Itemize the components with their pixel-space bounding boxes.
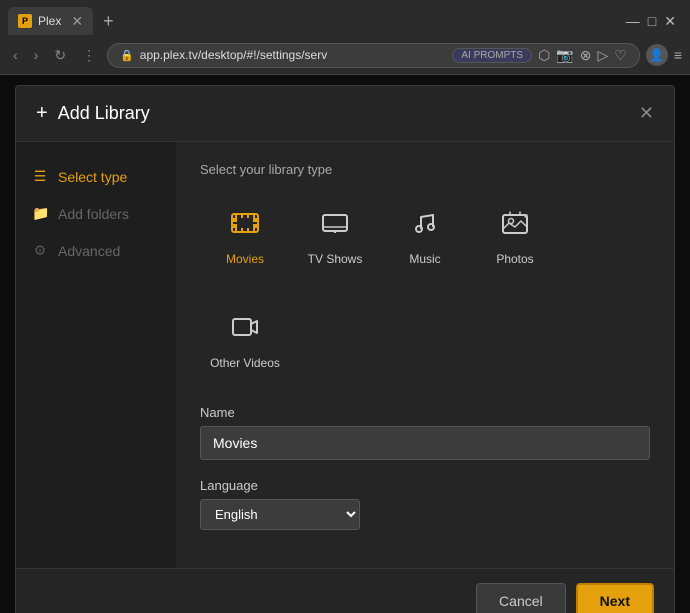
tab-bar: P Plex ✕ + — □ ✕: [0, 0, 690, 36]
music-icon: [409, 207, 441, 246]
select-type-label: Select type: [58, 169, 127, 185]
heart-icon[interactable]: ♡: [614, 47, 627, 64]
photos-label: Photos: [496, 252, 533, 268]
forward-button[interactable]: ›: [29, 43, 44, 67]
modal-sidebar: ☰ Select type 📁 Add folders ⚙ Advanced: [16, 142, 176, 568]
language-select[interactable]: English French German Spanish Italian Ja…: [200, 499, 360, 530]
library-types-row2: Other Videos: [200, 301, 650, 381]
add-folders-label: Add folders: [58, 206, 129, 222]
lock-icon: 🔒: [120, 49, 134, 62]
photos-icon: [499, 207, 531, 246]
name-input[interactable]: [200, 426, 650, 460]
camera-icon[interactable]: 📷: [556, 47, 573, 64]
reload-button[interactable]: ↻: [49, 43, 71, 68]
music-label: Music: [409, 252, 440, 268]
block-icon[interactable]: ⊗: [580, 47, 592, 64]
menu-icon[interactable]: ≡: [674, 47, 682, 63]
advanced-icon: ⚙: [32, 242, 48, 259]
add-library-modal: + Add Library ✕ ☰ Select type 📁 Add fold…: [15, 85, 675, 613]
library-type-other-videos[interactable]: Other Videos: [200, 301, 290, 381]
window-controls: — □ ✕: [626, 13, 682, 30]
maximize-button[interactable]: □: [648, 13, 656, 30]
back-button[interactable]: ‹: [8, 43, 23, 67]
language-label: Language: [200, 478, 650, 493]
modal-title-text: Add Library: [58, 103, 150, 124]
next-button[interactable]: Next: [576, 583, 654, 613]
modal-close-button[interactable]: ✕: [639, 103, 654, 124]
active-tab[interactable]: P Plex ✕: [8, 7, 93, 35]
tv-shows-icon: [319, 207, 351, 246]
title-plus-icon: +: [36, 102, 48, 125]
tab-favicon: P: [18, 14, 32, 28]
play-icon[interactable]: ▷: [597, 47, 608, 64]
language-field-group: Language English French German Spanish I…: [200, 478, 650, 530]
ai-prompts-badge[interactable]: AI PROMPTS: [452, 48, 532, 63]
main-content: + Add Library ✕ ☰ Select type 📁 Add fold…: [0, 75, 690, 613]
library-types-grid: Movies: [200, 197, 650, 277]
new-tab-button[interactable]: +: [97, 11, 120, 32]
sidebar-item-add-folders[interactable]: 📁 Add folders: [16, 195, 176, 232]
movies-icon: [229, 207, 261, 246]
tab-close-button[interactable]: ✕: [71, 13, 83, 30]
url-text: app.plex.tv/desktop/#!/settings/serv: [140, 48, 447, 62]
add-folders-icon: 📁: [32, 205, 48, 222]
library-type-movies[interactable]: Movies: [200, 197, 290, 277]
select-type-icon: ☰: [32, 168, 48, 185]
nav-bar: ‹ › ↻ ⋮ 🔒 app.plex.tv/desktop/#!/setting…: [0, 36, 690, 74]
name-label: Name: [200, 405, 650, 420]
advanced-label: Advanced: [58, 243, 120, 259]
sidebar-item-advanced[interactable]: ⚙ Advanced: [16, 232, 176, 269]
sidebar-item-select-type[interactable]: ☰ Select type: [16, 158, 176, 195]
section-title: Select your library type: [200, 162, 650, 177]
other-videos-icon: [229, 311, 261, 350]
minimize-button[interactable]: —: [626, 13, 640, 30]
modal-title: + Add Library: [36, 102, 150, 125]
modal-footer: Cancel Next: [16, 568, 674, 613]
modal-overlay: + Add Library ✕ ☰ Select type 📁 Add fold…: [0, 75, 690, 613]
other-videos-label: Other Videos: [210, 356, 280, 372]
profile-button[interactable]: 👤: [646, 44, 668, 66]
browser-chrome: P Plex ✕ + — □ ✕ ‹ › ↻ ⋮ 🔒 app.plex.tv/d…: [0, 0, 690, 75]
screenshot-icon[interactable]: ⬡: [538, 47, 550, 64]
modal-body: ☰ Select type 📁 Add folders ⚙ Advanced S…: [16, 142, 674, 568]
tab-title: Plex: [38, 14, 61, 28]
address-bar[interactable]: 🔒 app.plex.tv/desktop/#!/settings/serv A…: [107, 43, 640, 68]
tv-shows-label: TV Shows: [308, 252, 363, 268]
library-type-tv-shows[interactable]: TV Shows: [290, 197, 380, 277]
grid-button[interactable]: ⋮: [77, 43, 101, 68]
close-window-button[interactable]: ✕: [664, 13, 676, 30]
modal-main: Select your library type: [176, 142, 674, 568]
movies-label: Movies: [226, 252, 264, 268]
name-field-group: Name: [200, 405, 650, 460]
modal-header: + Add Library ✕: [16, 86, 674, 142]
cancel-button[interactable]: Cancel: [476, 583, 566, 613]
library-type-music[interactable]: Music: [380, 197, 470, 277]
library-type-photos[interactable]: Photos: [470, 197, 560, 277]
